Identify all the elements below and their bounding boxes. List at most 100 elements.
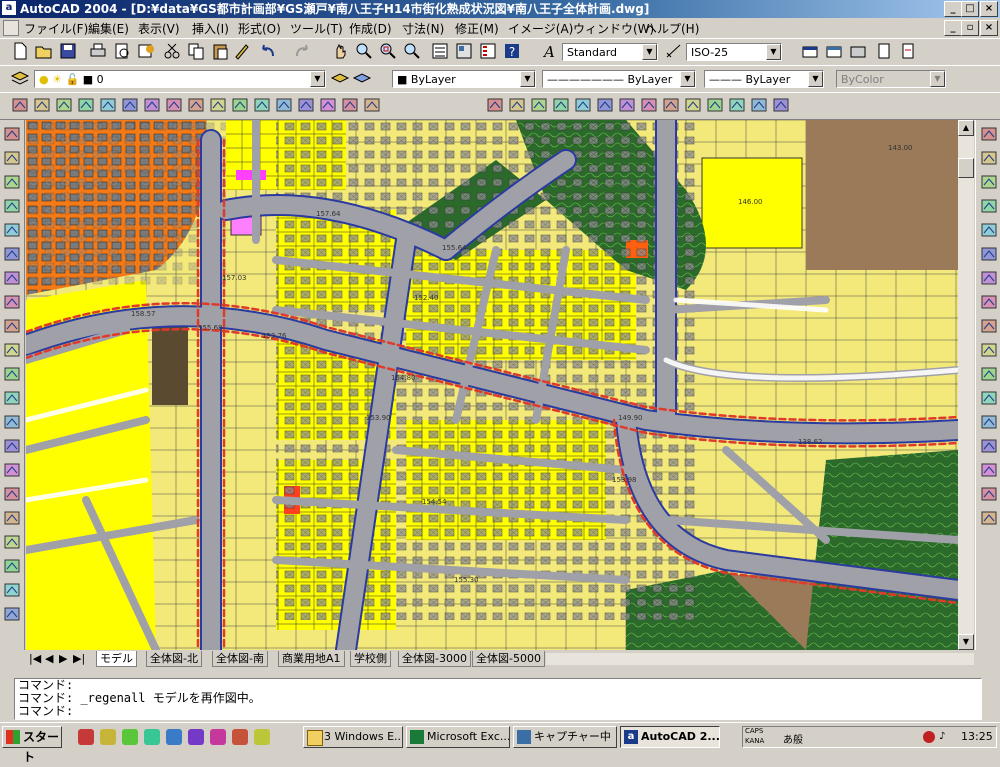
hyperlink-icon[interactable] — [362, 95, 382, 115]
rectangle-icon[interactable] — [2, 220, 22, 240]
task-windows-explorer[interactable]: 3 Windows E... — [303, 726, 403, 748]
trim-icon[interactable] — [979, 340, 999, 360]
dim-style-icon[interactable] — [664, 41, 684, 61]
menu-image[interactable]: イメージ(A) — [508, 20, 573, 37]
doc-minimize-icon[interactable]: _ — [944, 20, 962, 36]
markup-icon[interactable] — [898, 41, 918, 61]
revision-cloud-icon[interactable] — [2, 292, 22, 312]
break-icon[interactable] — [979, 412, 999, 432]
tools-icon[interactable] — [340, 95, 360, 115]
start-button[interactable]: スタート — [2, 726, 62, 764]
hatch-icon[interactable] — [2, 460, 22, 480]
zoom-window-icon[interactable] — [378, 41, 398, 61]
menu-modify[interactable]: 修正(M) — [455, 20, 499, 37]
scroll-down-icon[interactable]: ▼ — [958, 634, 974, 650]
app2-icon[interactable] — [232, 729, 248, 745]
chamfer-icon[interactable] — [979, 460, 999, 480]
app3-icon[interactable] — [254, 729, 270, 745]
menu-edit[interactable]: 編集(E) — [88, 20, 129, 37]
tolerance-icon[interactable] — [705, 95, 725, 115]
join-icon[interactable] — [979, 436, 999, 456]
match-properties-icon[interactable] — [232, 41, 252, 61]
tab-layout-north[interactable]: 全体図-北 — [146, 651, 202, 667]
layer-select[interactable]: ● ☀ 🔓 ■ 0 ▼ — [34, 70, 326, 88]
menu-format[interactable]: 形式(O) — [238, 20, 281, 37]
table-style-icon[interactable] — [824, 41, 844, 61]
pan-icon[interactable] — [330, 41, 350, 61]
layer-previous-icon[interactable] — [352, 68, 372, 88]
ellipse-arc-icon[interactable] — [2, 364, 22, 384]
table-icon[interactable] — [800, 41, 820, 61]
dropdown-arrow-icon[interactable]: ▼ — [680, 71, 695, 87]
move-icon[interactable] — [979, 244, 999, 264]
menu-insert[interactable]: 挿入(I) — [192, 20, 229, 37]
image-quality-icon[interactable] — [274, 95, 294, 115]
menu-tools[interactable]: ツール(T) — [290, 20, 343, 37]
circle-icon[interactable] — [2, 268, 22, 288]
tab-last-icon[interactable]: ▶| — [70, 651, 90, 666]
task-autocad[interactable]: a AutoCAD 2... — [620, 726, 720, 748]
single-text-icon[interactable] — [2, 556, 22, 576]
center-mark-icon[interactable] — [727, 95, 747, 115]
mirror-icon[interactable] — [979, 172, 999, 192]
copy-object-icon[interactable] — [979, 148, 999, 168]
doc-restore-icon[interactable]: ▫ — [961, 20, 979, 36]
dim-ordinate-icon[interactable] — [529, 95, 549, 115]
lineweight-select[interactable]: ——— ByLayer ▼ — [704, 70, 824, 88]
leader-icon[interactable] — [683, 95, 703, 115]
block-edit-icon[interactable] — [186, 95, 206, 115]
text-style-select[interactable]: Standard ▼ — [562, 43, 658, 61]
close-icon[interactable]: × — [980, 1, 998, 17]
cut-icon[interactable] — [162, 41, 182, 61]
open-icon[interactable] — [34, 41, 54, 61]
menu-help[interactable]: ヘルプ(H) — [645, 20, 699, 37]
menu-file[interactable]: ファイル(F) — [24, 20, 88, 37]
dim-radius-icon[interactable] — [551, 95, 571, 115]
dim-style-select[interactable]: ISO-25 ▼ — [686, 43, 782, 61]
copy-icon[interactable] — [186, 41, 206, 61]
explode-icon[interactable] — [979, 508, 999, 528]
tab-layout-school[interactable]: 学校側 — [350, 651, 391, 667]
array-icon[interactable] — [979, 220, 999, 240]
task-excel[interactable]: Microsoft Exc... — [406, 726, 510, 748]
dim-update-icon[interactable] — [771, 95, 791, 115]
map-canvas[interactable]: 143.00 146.00 157.64 155.64 158.57 155.6… — [26, 120, 958, 650]
multiline-text-icon[interactable] — [2, 532, 22, 552]
desktop-icon[interactable] — [122, 729, 138, 745]
arc-icon[interactable] — [2, 244, 22, 264]
polyline-icon[interactable] — [2, 172, 22, 192]
make-object-layer-current-icon[interactable] — [330, 68, 350, 88]
vertical-scrollbar[interactable]: ▲ ▼ — [958, 120, 974, 650]
properties-icon[interactable] — [430, 41, 450, 61]
excel-small-icon[interactable] — [188, 729, 204, 745]
image-adjust-icon[interactable] — [252, 95, 272, 115]
menu-dimension[interactable]: 寸法(N) — [402, 20, 444, 37]
ie-icon[interactable] — [78, 729, 94, 745]
attach-image-icon[interactable] — [208, 95, 228, 115]
scroll-up-icon[interactable]: ▲ — [958, 120, 974, 136]
dropdown-arrow-icon[interactable]: ▼ — [310, 71, 325, 87]
save-icon[interactable] — [58, 41, 78, 61]
new-icon[interactable] — [10, 41, 30, 61]
tab-layout-commercial[interactable]: 商業用地A1 — [278, 651, 345, 667]
line-icon[interactable] — [2, 124, 22, 144]
table-draw-icon[interactable] — [2, 508, 22, 528]
tab-layout-south[interactable]: 全体図-南 — [212, 651, 268, 667]
image-frame-icon[interactable] — [318, 95, 338, 115]
region-icon[interactable] — [2, 484, 22, 504]
scroll-thumb[interactable] — [958, 158, 974, 178]
refedit-icon[interactable] — [142, 95, 162, 115]
zoom-previous-icon[interactable] — [402, 41, 422, 61]
image-clip-icon[interactable] — [230, 95, 250, 115]
command-input[interactable]: コマンド: — [15, 705, 981, 718]
insert-block-icon[interactable] — [2, 388, 22, 408]
app-icon[interactable] — [210, 729, 226, 745]
scale-icon[interactable] — [979, 292, 999, 312]
autocad-app-icon[interactable]: a — [2, 1, 16, 15]
shade-icon[interactable] — [98, 95, 118, 115]
tool-palettes-icon[interactable] — [478, 41, 498, 61]
command-window[interactable]: コマンド: コマンド: _regenall モデルを再作図中。 コマンド: — [14, 678, 982, 720]
image-transparency-icon[interactable] — [296, 95, 316, 115]
view-icon[interactable] — [54, 95, 74, 115]
named-views-icon[interactable] — [10, 95, 30, 115]
